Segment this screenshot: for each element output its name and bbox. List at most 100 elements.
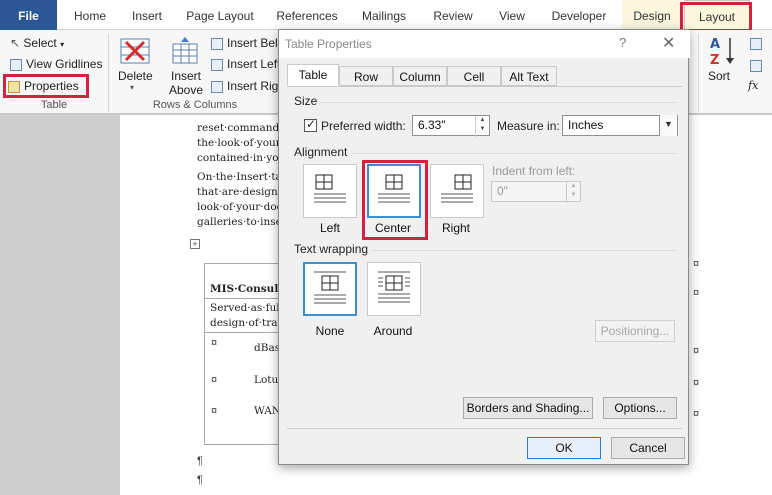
delete-button[interactable]: Delete <box>118 69 153 83</box>
insert-left-label: Insert Left <box>227 57 281 71</box>
dialog-title: Table Properties <box>285 37 372 51</box>
tab-file[interactable]: File <box>0 0 57 30</box>
align-left-option[interactable] <box>303 164 357 218</box>
preferred-width-input[interactable]: 6.33" ▲ ▼ <box>412 115 490 137</box>
footer-separator <box>287 428 682 429</box>
section-separator <box>321 102 677 103</box>
cell-marker-icon: ¤ <box>211 405 218 417</box>
properties-label: Properties <box>24 79 79 93</box>
gridlines-icon <box>10 58 22 71</box>
tab-row[interactable]: Row <box>339 66 393 86</box>
table-properties-dialog: Table Properties ? ✕ Table Row Column Ce… <box>278 29 690 465</box>
measure-in-label: Measure in: <box>497 119 560 133</box>
cell-marker-icon: ¤ <box>211 374 218 386</box>
align-right-option[interactable] <box>430 164 484 218</box>
preferred-width-label: Preferred width: <box>321 119 406 133</box>
doc-line: galleries·to·insert <box>197 216 292 228</box>
size-section-label: Size <box>294 94 318 108</box>
bullet-text: WAN <box>254 405 282 417</box>
wrapping-around-option[interactable] <box>367 262 421 316</box>
align-left-label: Left <box>319 221 340 235</box>
insert-left-icon <box>211 58 223 71</box>
doc-line: the·look·of·your·c <box>197 137 291 149</box>
doc-line: that·are·designed <box>197 186 291 198</box>
tab-layout[interactable]: Layout <box>684 0 750 30</box>
tab-table[interactable]: Table <box>287 64 339 86</box>
tab-view[interactable]: View <box>490 0 534 30</box>
cancel-button[interactable]: Cancel <box>611 437 685 459</box>
view-gridlines-button[interactable]: View Gridlines <box>10 57 102 71</box>
table-heading: MIS·Consult <box>210 283 284 295</box>
insert-right-label: Insert Righ <box>227 79 286 93</box>
tab-mailings[interactable]: Mailings <box>352 0 416 30</box>
formula-icon[interactable]: fx <box>748 79 758 92</box>
insert-above-icon <box>170 36 200 66</box>
wrapping-none-option[interactable] <box>303 262 357 316</box>
ribbon-tab-bar: File Home Insert Page Layout References … <box>0 0 772 30</box>
view-gridlines-label: View Gridlines <box>26 57 103 71</box>
table-text: design·of·trai <box>210 317 281 329</box>
tab-developer[interactable]: Developer <box>542 0 616 30</box>
wrapping-none-label: None <box>315 324 345 338</box>
repeat-header-icon[interactable] <box>750 36 764 50</box>
dialog-title-bar[interactable]: Table Properties ? ✕ <box>279 30 690 58</box>
spinner-icon[interactable]: ▲ ▼ <box>475 116 489 137</box>
tab-home[interactable]: Home <box>62 0 118 30</box>
chevron-down-icon: ▾ <box>60 40 65 49</box>
paragraph-mark-icon: ¶ <box>197 474 203 486</box>
wrapping-none-icon <box>314 271 346 304</box>
cell-marker-icon: ¤ <box>693 258 700 270</box>
preferred-width-value: 6.33" <box>418 118 446 132</box>
bullet-text: Lotu <box>254 374 279 386</box>
group-separator <box>698 34 699 112</box>
insert-left-button[interactable]: Insert Left <box>211 57 280 71</box>
properties-icon <box>8 80 20 93</box>
wrapping-around-icon <box>378 271 410 303</box>
borders-and-shading-button[interactable]: Borders and Shading... <box>463 397 593 419</box>
doc-line: On·the·Insert·tab <box>197 171 289 183</box>
insert-below-button[interactable]: Insert Belo <box>211 36 284 50</box>
convert-icon[interactable] <box>750 58 764 72</box>
ok-button[interactable]: OK <box>527 437 601 459</box>
tab-references[interactable]: References <box>266 0 348 30</box>
chevron-down-icon[interactable]: ▼ <box>659 115 677 136</box>
tab-column[interactable]: Column <box>393 66 447 86</box>
wrapping-around-label: Around <box>373 324 413 338</box>
positioning-button[interactable]: Positioning... <box>595 320 675 342</box>
properties-button[interactable]: Properties <box>8 79 79 93</box>
insert-above-button[interactable]: Insert Above <box>166 69 206 97</box>
indent-from-left-input[interactable]: 0" ▲ ▼ <box>491 181 581 203</box>
preferred-width-checkbox[interactable]: ✓ <box>304 117 317 132</box>
align-right-icon <box>441 174 473 203</box>
tab-insert[interactable]: Insert <box>120 0 174 30</box>
table-move-handle-icon[interactable]: + <box>190 239 200 249</box>
measure-in-select[interactable]: Inches ▼ <box>562 115 678 136</box>
tab-panel-border <box>287 86 682 87</box>
cell-marker-icon: ¤ <box>693 287 700 299</box>
check-icon: ✓ <box>306 117 317 131</box>
tab-design[interactable]: Design <box>622 0 682 30</box>
close-icon[interactable]: ✕ <box>662 33 675 53</box>
tab-page-layout[interactable]: Page Layout <box>178 0 262 30</box>
tab-review[interactable]: Review <box>424 0 482 30</box>
options-button[interactable]: Options... <box>603 397 677 419</box>
select-button[interactable]: ↖ Select ▾ <box>10 36 64 50</box>
indent-from-left-label: Indent from left: <box>492 164 576 178</box>
tab-cell[interactable]: Cell <box>447 66 501 86</box>
align-center-option[interactable] <box>367 164 421 218</box>
spinner-icon[interactable]: ▲ ▼ <box>566 182 580 203</box>
insert-right-button[interactable]: Insert Righ <box>211 79 285 93</box>
indent-value: 0" <box>497 184 508 198</box>
sort-button[interactable]: Sort <box>708 69 730 83</box>
group-label-rows-columns: Rows & Columns <box>152 99 238 111</box>
bullet-text: dBas <box>254 342 281 354</box>
chevron-down-icon: ▾ <box>130 83 135 92</box>
cursor-icon: ↖ <box>10 36 21 50</box>
group-separator <box>108 34 109 112</box>
section-separator <box>371 250 677 251</box>
group-label-table: Table <box>40 99 68 111</box>
tab-alt-text[interactable]: Alt Text <box>501 66 557 86</box>
help-icon[interactable]: ? <box>619 35 626 50</box>
cell-marker-icon: ¤ <box>693 408 700 420</box>
svg-text:Z: Z <box>710 53 719 68</box>
